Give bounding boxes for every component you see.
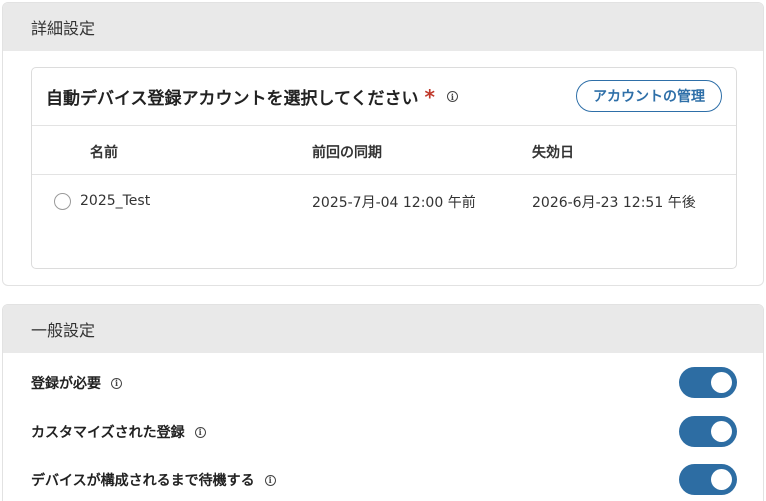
table-header: 名前 前回の同期 失効日	[32, 127, 736, 175]
column-header-expiry[interactable]: 失効日	[532, 142, 574, 162]
toggle-knob	[711, 421, 732, 442]
account-radio[interactable]	[54, 193, 71, 210]
account-expiry: 2026-6月-23 12:51 午後	[532, 195, 696, 211]
account-last-sync: 2025-7月-04 12:00 午前	[312, 195, 476, 211]
column-header-last-sync[interactable]: 前回の同期	[312, 142, 382, 162]
setting-row-await-configuration: デバイスが構成されるまで待機する i	[31, 464, 737, 496]
customized-registration-toggle[interactable]	[679, 416, 737, 447]
account-name: 2025_Test	[80, 193, 151, 209]
await-configuration-toggle[interactable]	[679, 464, 737, 495]
info-icon[interactable]: i	[194, 426, 206, 438]
setting-row-customized-registration: カスタマイズされた登録 i	[31, 416, 737, 448]
setting-label: カスタマイズされた登録	[31, 425, 185, 441]
info-icon[interactable]: i	[264, 474, 276, 486]
advanced-settings-panel: 詳細設定 自動デバイス登録アカウントを選択してください * i アカウントの管理…	[2, 2, 764, 286]
setting-row-registration-required: 登録が必要 i	[31, 367, 737, 399]
card-title-row: 自動デバイス登録アカウントを選択してください * i アカウントの管理	[32, 68, 736, 126]
registration-required-toggle[interactable]	[679, 367, 737, 398]
table-row[interactable]: 2025_Test 2025-7月-04 12:00 午前 2026-6月-23…	[32, 176, 736, 224]
info-icon[interactable]: i	[111, 377, 122, 389]
manage-accounts-button[interactable]: アカウントの管理	[576, 80, 722, 112]
general-settings-header: 一般設定	[3, 305, 763, 353]
toggle-knob	[711, 372, 732, 393]
setting-label: 登録が必要	[31, 376, 101, 392]
general-settings-panel: 一般設定 登録が必要 i カスタマイズされた登録 i デバイスが構成されるまで待…	[2, 304, 764, 501]
toggle-knob	[711, 469, 732, 490]
column-header-name[interactable]: 名前	[90, 142, 118, 162]
advanced-settings-header: 詳細設定	[3, 3, 763, 51]
info-icon[interactable]: i	[446, 91, 458, 102]
setting-label: デバイスが構成されるまで待機する	[31, 473, 255, 489]
card-title: 自動デバイス登録アカウントを選択してください	[46, 89, 419, 109]
account-selection-card: 自動デバイス登録アカウントを選択してください * i アカウントの管理 名前 前…	[31, 67, 737, 269]
required-mark: *	[424, 84, 435, 109]
